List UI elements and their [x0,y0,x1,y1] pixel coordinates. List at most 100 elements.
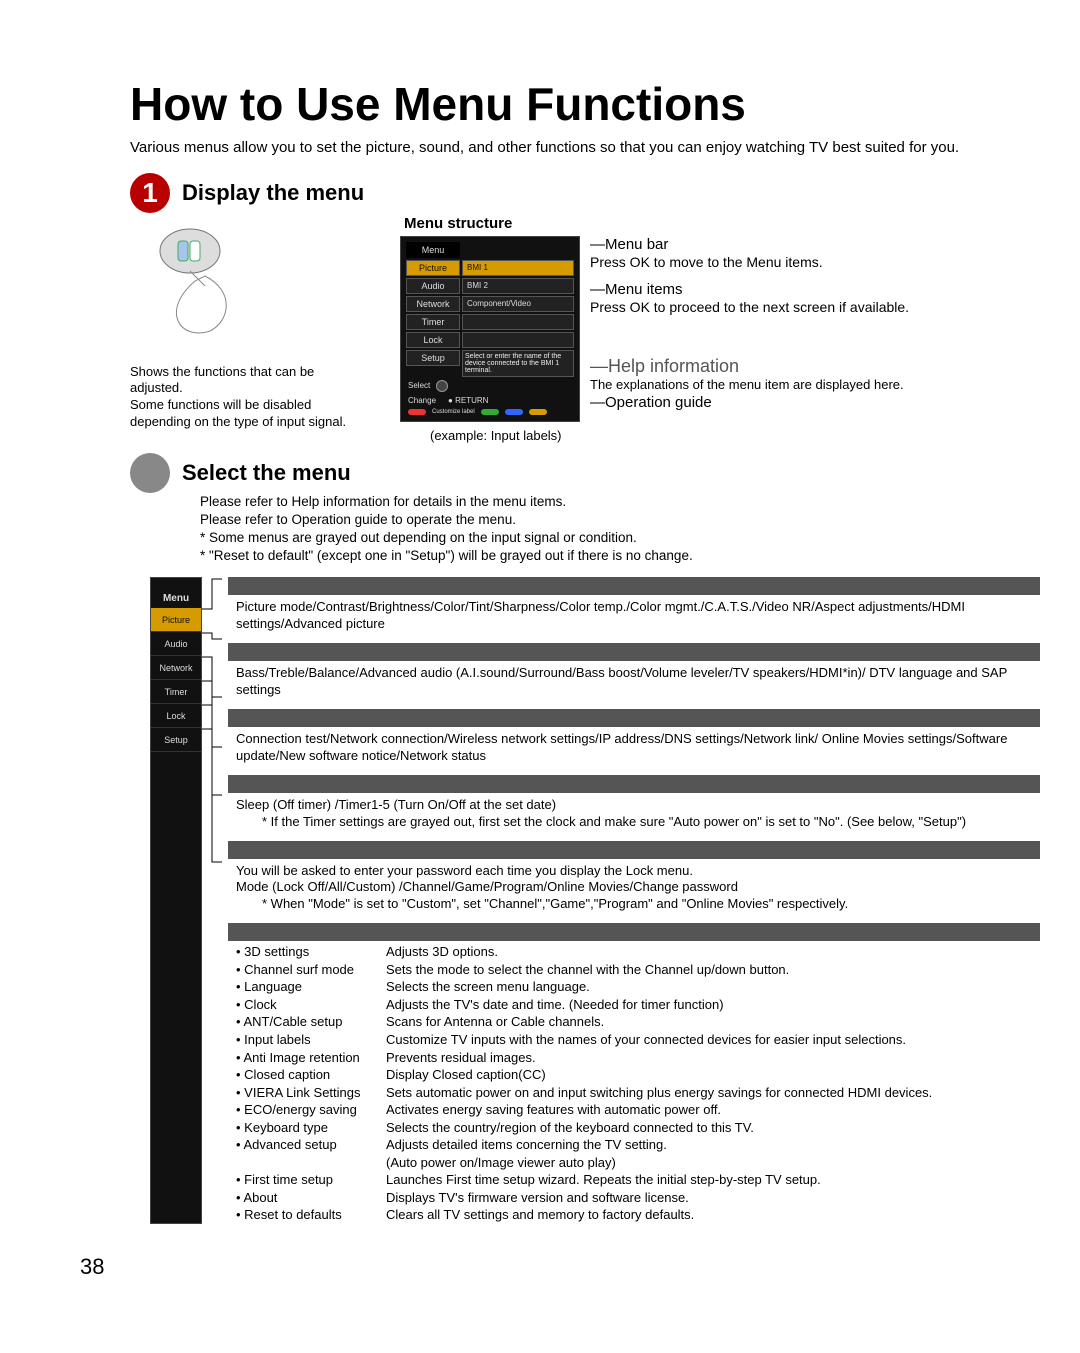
setup-label: • Keyboard type [236,1119,386,1137]
setup-label: • Reset to defaults [236,1206,386,1224]
menu-change-row: Change ● RETURN [405,394,575,407]
section-timer-note: * If the Timer settings are grayed out, … [236,814,966,829]
menu-screenshot: Menu PictureBMI 1 AudioBMI 2 NetworkComp… [400,236,580,422]
setup-label: • Input labels [236,1031,386,1049]
page-number: 38 [80,1254,1040,1280]
step2-badge [130,453,170,493]
big-structure: Menu Picture Audio Network Timer Lock Se… [150,577,1040,1224]
step2-line-0: Please refer to Help information for det… [200,493,1040,511]
menu-annotations: —Menu bar Press OK to move to the Menu i… [590,236,909,422]
setup-label: • VIERA Link Settings [236,1084,386,1102]
setup-row: • LanguageSelects the screen menu langua… [228,978,1040,996]
setup-row: • Input labelsCustomize TV inputs with t… [228,1031,1040,1049]
menu-row-2: Component/Video [462,296,574,312]
sidebar-header: Menu [151,588,201,608]
setup-row: • ECO/energy savingActivates energy savi… [228,1101,1040,1119]
section-timer-main: Sleep (Off timer) /Timer1-5 (Turn On/Off… [236,797,556,812]
annot-items-title: —Menu items [590,281,909,298]
setup-desc: Sets automatic power on and input switch… [386,1084,1032,1102]
sidebar-audio: Audio [151,632,201,656]
setup-desc: Sets the mode to select the channel with… [386,961,1032,979]
menu-row-0: BMI 1 [462,260,574,276]
setup-row: • VIERA Link SettingsSets automatic powe… [228,1084,1040,1102]
menu-tab-picture: Picture [406,260,460,276]
setup-row: • First time setupLaunches First time se… [228,1171,1040,1189]
menu-tab-network: Network [406,296,460,312]
section-picture: Picture mode/Contrast/Brightness/Color/T… [228,597,1040,643]
connector-lines [202,577,222,1224]
section-lock-main: You will be asked to enter your password… [236,863,738,895]
step1-badge: 1 [130,173,170,213]
select-label: Select [408,381,430,390]
section-bar-timer [228,775,1040,793]
menu-label: Menu [406,242,460,258]
setup-row: • Keyboard typeSelects the country/regio… [228,1119,1040,1137]
section-lock: You will be asked to enter your password… [228,861,1040,924]
setup-label: • 3D settings [236,943,386,961]
section-audio: Bass/Treble/Balance/Advanced audio (A.I.… [228,663,1040,709]
setup-label: • Channel surf mode [236,961,386,979]
sidebar-timer: Timer [151,680,201,704]
setup-row: • Anti Image retentionPrevents residual … [228,1049,1040,1067]
section-bar-setup [228,923,1040,941]
step2-title: Select the menu [182,460,351,486]
annot-items-text: Press OK to proceed to the next screen i… [590,298,909,316]
setup-desc: Prevents residual images. [386,1049,1032,1067]
menu-select-row: Select [405,378,575,394]
setup-desc: Displays TV's firmware version and softw… [386,1189,1032,1207]
menu-tab-timer: Timer [406,314,460,330]
section-lock-note: * When "Mode" is set to "Custom", set "C… [236,896,848,911]
setup-row: • AboutDisplays TV's firmware version an… [228,1189,1040,1207]
setup-desc: Activates energy saving features with au… [386,1101,1032,1119]
menu-row-3 [462,314,574,330]
section-timer: Sleep (Off timer) /Timer1-5 (Turn On/Off… [228,795,1040,841]
section-bar-network [228,709,1040,727]
remote-text: Shows the functions that can be adjusted… [130,364,370,432]
menu-tab-lock: Lock [406,332,460,348]
step1-body: Shows the functions that can be adjusted… [130,215,1040,443]
step2-line-3: * "Reset to default" (except one in "Set… [200,547,1040,565]
ok-icon [436,380,448,392]
setup-label: • Language [236,978,386,996]
menu-structure: Menu structure Menu PictureBMI 1 AudioBM… [400,215,909,443]
setup-label: • First time setup [236,1171,386,1189]
intro-text: Various menus allow you to set the pictu… [130,138,1030,158]
remote-block: Shows the functions that can be adjusted… [130,215,370,443]
setup-label: • Closed caption [236,1066,386,1084]
sidebar-setup: Setup [151,728,201,752]
step2-line-2: * Some menus are grayed out depending on… [200,529,1040,547]
setup-label: • About [236,1189,386,1207]
custom-label: Customize label [432,409,475,415]
menu-tab-audio: Audio [406,278,460,294]
menu-structure-title: Menu structure [404,215,909,232]
setup-desc: Launches First time setup wizard. Repeat… [386,1171,1032,1189]
setup-row: • ClockAdjusts the TV's date and time. (… [228,996,1040,1014]
setup-row: • Advanced setupAdjusts detailed items c… [228,1136,1040,1171]
section-bar-audio [228,643,1040,661]
section-bar-picture [228,577,1040,595]
page-title: How to Use Menu Functions [130,80,1040,128]
sidebar-lock: Lock [151,704,201,728]
step2: Select the menu Please refer to Help inf… [130,453,1040,566]
example-label: (example: Input labels) [430,428,909,443]
annot-menubar-title: —Menu bar [590,236,909,253]
step1-title: Display the menu [182,180,364,206]
setup-desc: Adjusts 3D options. [386,943,1032,961]
sidebar-network: Network [151,656,201,680]
setup-label: • Anti Image retention [236,1049,386,1067]
setup-row: • Reset to defaultsClears all TV setting… [228,1206,1040,1224]
menu-tab-setup: Setup [406,350,460,366]
setup-row: • ANT/Cable setupScans for Antenna or Ca… [228,1013,1040,1031]
remote-illustration [150,221,370,356]
annot-help-text: The explanations of the menu item are di… [590,377,909,394]
section-setup: • 3D settingsAdjusts 3D options.• Channe… [228,943,1040,1224]
annot-guide-title: —Operation guide [590,394,909,411]
setup-row: • Closed captionDisplay Closed caption(C… [228,1066,1040,1084]
menu-color-pill-row: Customize label [405,407,575,417]
change-label: Change [408,396,436,405]
return-label: ● RETURN [448,396,488,405]
menu-help-text: Select or enter the name of the device c… [462,350,574,377]
step1-header: 1 Display the menu [130,173,1040,213]
setup-desc: Adjusts the TV's date and time. (Needed … [386,996,1032,1014]
setup-row: • Channel surf modeSets the mode to sele… [228,961,1040,979]
